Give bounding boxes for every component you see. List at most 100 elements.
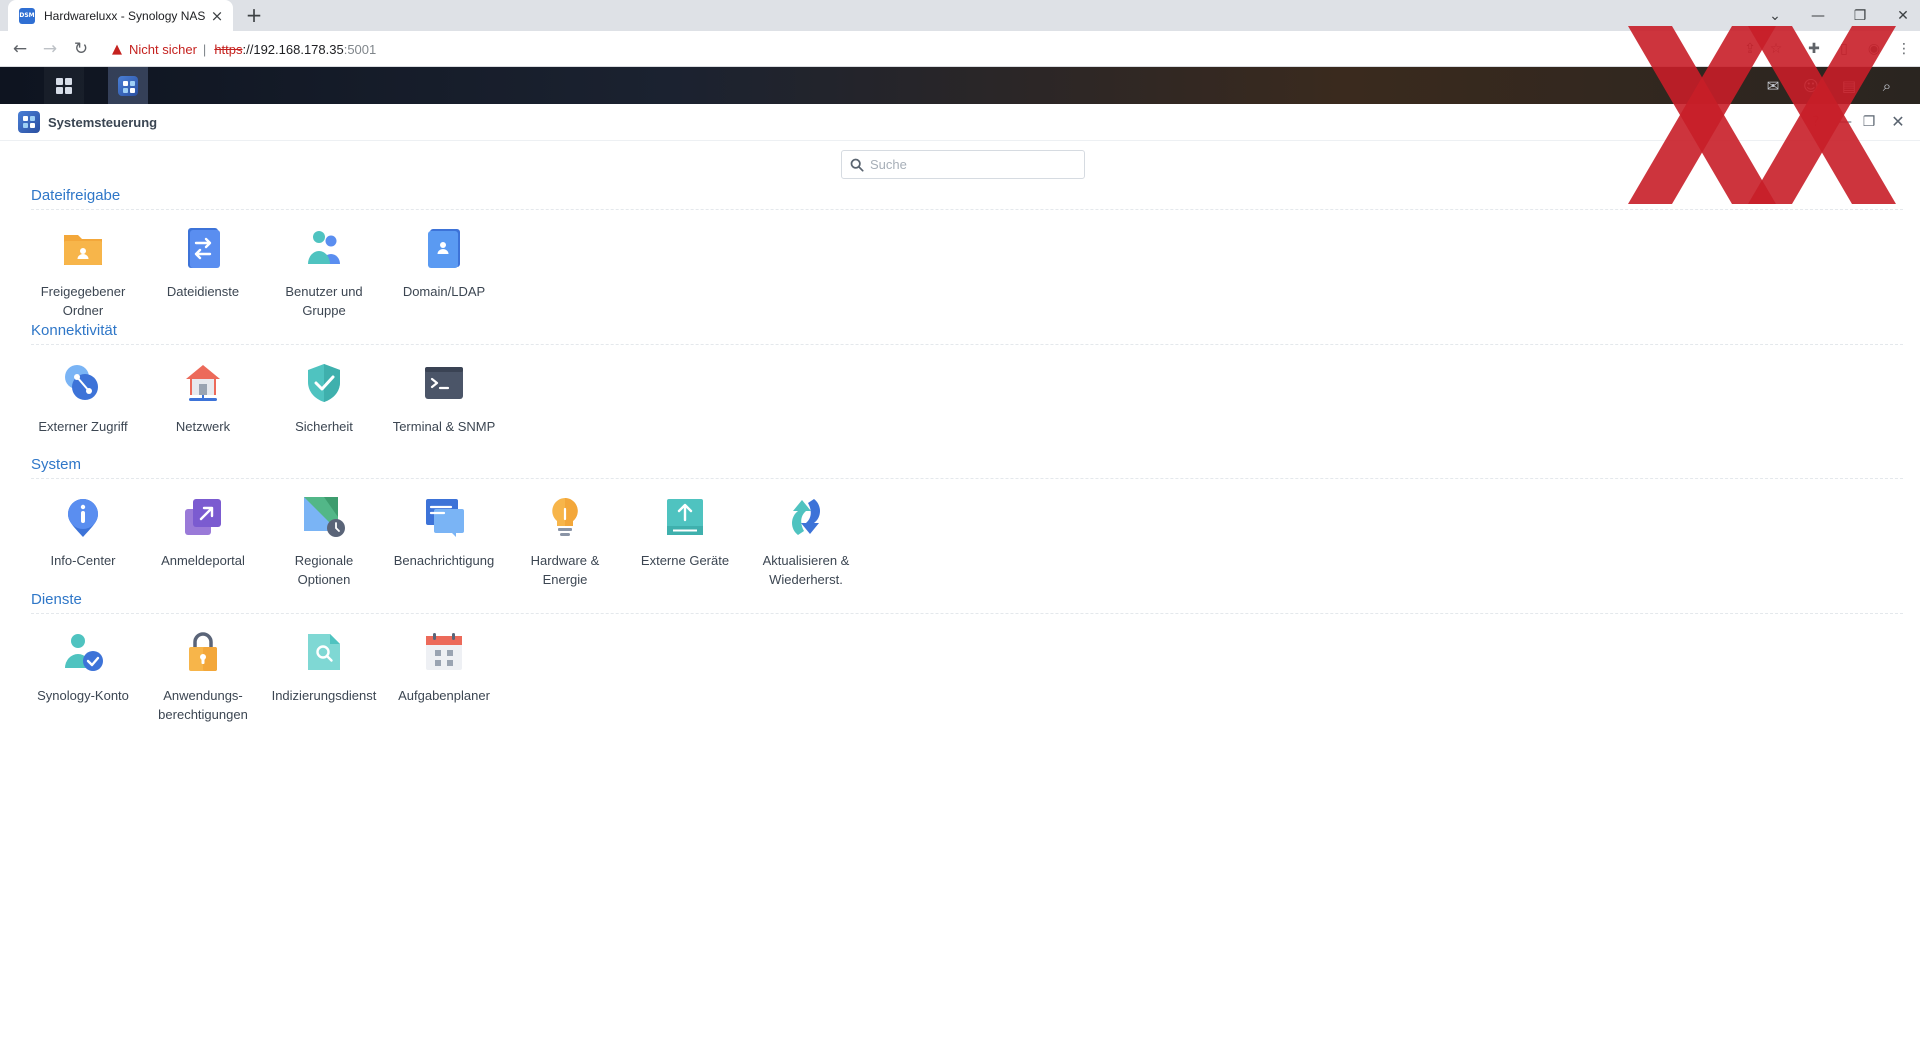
minimize-button[interactable]: —: [1797, 0, 1839, 31]
tab-close-icon[interactable]: ×: [209, 8, 225, 24]
calendar-icon: [426, 633, 462, 670]
item-regional-options[interactable]: Regionale Optionen: [268, 495, 380, 589]
url-scheme: https: [214, 41, 243, 57]
section-divider: [31, 613, 1903, 614]
item-label: Sicherheit: [295, 419, 353, 434]
warning-icon: ▲: [112, 41, 122, 57]
network-house-icon: [186, 365, 220, 401]
taskbar-control-panel-button[interactable]: [108, 67, 148, 104]
tab-title: Hardwareluxx - Synology NAS: [44, 8, 206, 23]
main-menu-button[interactable]: [44, 67, 84, 104]
window-title: Systemsteuerung: [48, 114, 158, 130]
extensions-puzzle-icon[interactable]: ✚: [1805, 40, 1823, 58]
item-network[interactable]: Netzwerk: [147, 361, 259, 436]
section-divider: [31, 209, 1903, 210]
item-update-restore[interactable]: Aktualisieren & Wiederherst.: [750, 495, 862, 589]
bookmark-star-icon[interactable]: ☆: [1767, 40, 1785, 58]
window-help-icon[interactable]: ?: [1806, 112, 1826, 132]
widgets-icon[interactable]: ▤: [1838, 75, 1860, 97]
item-label: Regionale Optionen: [294, 553, 354, 587]
main-menu-grid-icon: [56, 77, 72, 94]
search-box[interactable]: [841, 150, 1085, 179]
window-minimize-icon[interactable]: —: [1835, 112, 1855, 132]
browser-menu-icon[interactable]: ⋮: [1895, 40, 1913, 58]
notification-icon: [426, 499, 464, 537]
profile-icon[interactable]: ◉: [1865, 40, 1883, 58]
file-services-icon: [188, 228, 220, 268]
shared-folder-icon: [64, 235, 102, 265]
section-title-system: System: [31, 456, 82, 473]
control-panel-icon: [18, 111, 40, 133]
item-label: Anwendungs-berechtigungen: [158, 688, 248, 722]
user-icon[interactable]: ☺: [1800, 75, 1822, 97]
item-label: Benachrichtigung: [393, 553, 495, 568]
close-window-button[interactable]: ✕: [1882, 0, 1920, 31]
login-portal-icon: [185, 499, 221, 535]
item-label: Dateidienste: [166, 284, 240, 299]
item-label: Benutzer und Gruppe: [285, 284, 363, 318]
search-icon: [850, 158, 864, 172]
item-label: Externer Zugriff: [38, 419, 128, 434]
item-security[interactable]: Sicherheit: [268, 361, 380, 436]
item-label: Domain/LDAP: [402, 284, 486, 299]
url-host: ://192.168.178.35: [242, 41, 344, 57]
padlock-icon: [189, 632, 217, 671]
browser-tab-bar: DSM Hardwareluxx - Synology NAS × + ⌄ — …: [0, 0, 1920, 31]
search-input[interactable]: [870, 157, 1070, 172]
forward-icon[interactable]: →: [38, 37, 62, 61]
item-label: Aufgabenplaner: [398, 688, 490, 703]
regional-options-icon: [304, 497, 345, 537]
url-port: :5001: [343, 41, 377, 57]
item-shared-folder[interactable]: Freigegebener Ordner: [27, 226, 139, 320]
window-close-icon[interactable]: ✕: [1888, 112, 1908, 132]
item-label: Info-Center: [50, 553, 116, 568]
security-shield-icon: [308, 364, 340, 402]
terminal-icon: [425, 367, 463, 399]
dsm-taskbar: ✉ ☺ ▤ ⌕: [0, 67, 1920, 104]
notifications-icon[interactable]: ✉: [1762, 75, 1784, 97]
browser-tab[interactable]: DSM Hardwareluxx - Synology NAS ×: [8, 0, 233, 31]
info-center-icon: [68, 499, 98, 537]
item-label: Aktualisieren & Wiederherst.: [762, 553, 850, 587]
item-indexing-service[interactable]: Indizierungsdienst: [268, 630, 380, 705]
item-label: Netzwerk: [175, 419, 231, 434]
section-title-connectivity: Konnektivität: [31, 322, 117, 339]
item-hardware-power[interactable]: Hardware & Energie: [509, 495, 621, 589]
external-access-icon: [65, 365, 98, 400]
control-panel-icon: [118, 75, 138, 96]
item-terminal-snmp[interactable]: Terminal & SNMP: [388, 361, 500, 436]
reading-list-icon[interactable]: ▯: [1835, 40, 1853, 58]
item-login-portal[interactable]: Anmeldeportal: [147, 495, 259, 570]
domain-ldap-icon: [428, 229, 460, 268]
item-label: Synology-Konto: [37, 688, 129, 703]
item-task-scheduler[interactable]: Aufgabenplaner: [388, 630, 500, 705]
item-users-groups[interactable]: Benutzer und Gruppe: [268, 226, 380, 320]
item-app-privileges[interactable]: Anwendungs-berechtigungen: [147, 630, 259, 724]
url-field[interactable]: ▲ Nicht sicher | https ://192.168.178.35…: [104, 35, 1854, 63]
section-divider: [31, 478, 1903, 479]
reload-icon[interactable]: ↻: [69, 37, 93, 61]
item-info-center[interactable]: Info-Center: [27, 495, 139, 570]
tab-search-chevron-icon[interactable]: ⌄: [1754, 0, 1796, 31]
item-label: Freigegebener Ordner: [40, 284, 126, 318]
url-separator: |: [202, 41, 207, 57]
section-divider: [31, 344, 1903, 345]
item-external-devices[interactable]: Externe Geräte: [629, 495, 741, 570]
back-icon[interactable]: ←: [8, 37, 32, 61]
dsm-favicon-icon: DSM: [19, 7, 35, 24]
item-label: Terminal & SNMP: [392, 419, 496, 434]
item-domain-ldap[interactable]: Domain/LDAP: [388, 226, 500, 301]
item-synology-account[interactable]: Synology-Konto: [27, 630, 139, 705]
window-header: Systemsteuerung: [0, 104, 1920, 141]
window-maximize-icon[interactable]: ❐: [1859, 112, 1879, 132]
section-title-file-sharing: Dateifreigabe: [31, 187, 121, 204]
restore-button[interactable]: ❐: [1839, 0, 1881, 31]
item-notification[interactable]: Benachrichtigung: [388, 495, 500, 570]
item-file-services[interactable]: Dateidienste: [147, 226, 259, 301]
dsm-search-icon[interactable]: ⌕: [1876, 75, 1898, 97]
item-label: Externe Geräte: [640, 553, 730, 568]
item-external-access[interactable]: Externer Zugriff: [27, 361, 139, 436]
new-tab-button[interactable]: +: [243, 4, 265, 26]
update-restore-icon: [792, 499, 820, 535]
share-icon[interactable]: ⇪: [1741, 40, 1759, 58]
